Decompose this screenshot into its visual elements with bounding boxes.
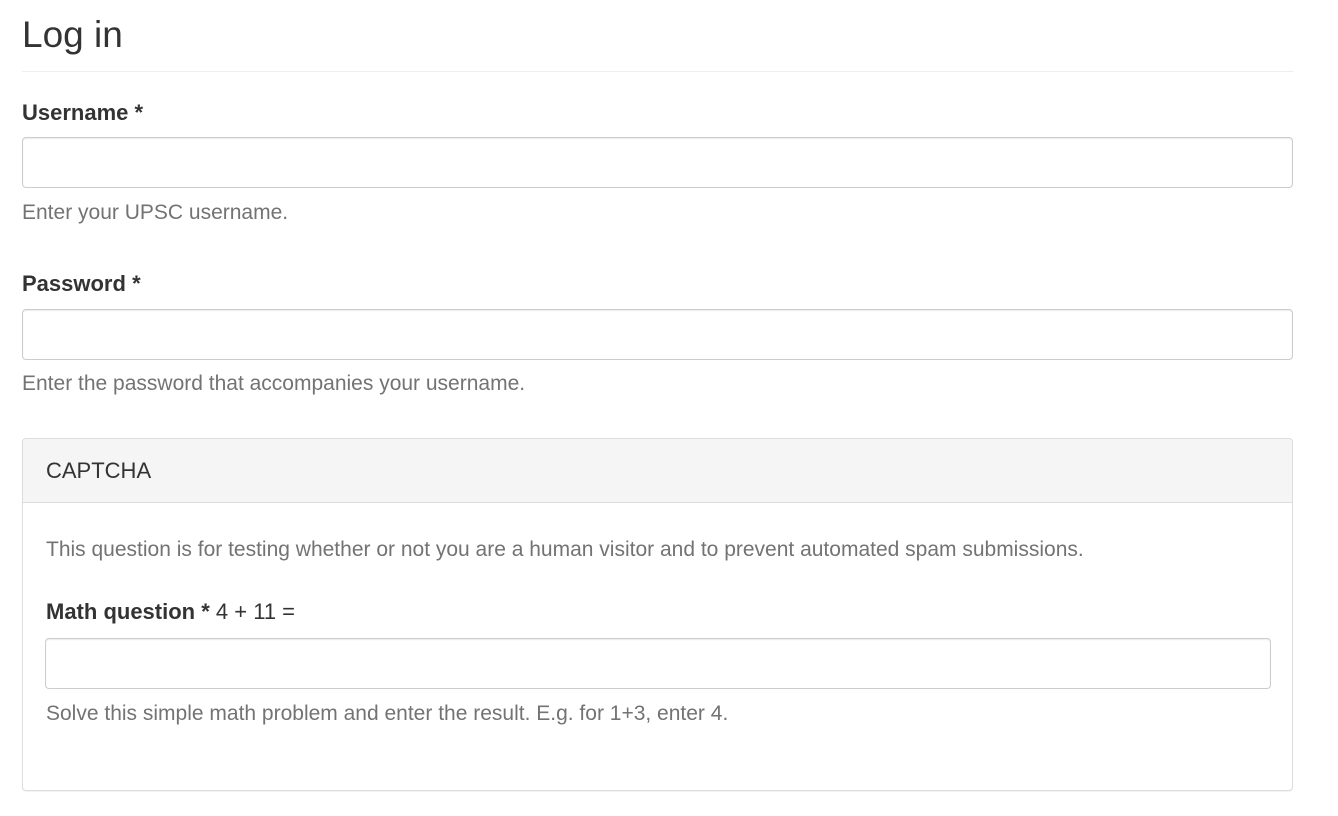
login-page: Log in Username * Enter your UPSC userna… xyxy=(0,0,1338,816)
password-label: Password * xyxy=(22,271,141,297)
captcha-panel: CAPTCHA This question is for testing whe… xyxy=(22,438,1293,791)
captcha-description: This question is for testing whether or … xyxy=(46,538,1084,561)
math-question-text: 4 + 11 = xyxy=(215,599,296,624)
math-answer-input[interactable] xyxy=(45,638,1271,689)
math-help-text: Solve this simple math problem and enter… xyxy=(46,702,729,725)
username-required-marker: * xyxy=(134,100,144,125)
page-title: Log in xyxy=(22,14,123,55)
username-input[interactable] xyxy=(22,137,1293,188)
math-question-label-text: Math question xyxy=(46,599,196,624)
captcha-panel-heading: CAPTCHA xyxy=(23,439,1292,503)
username-label-text: Username xyxy=(22,100,129,125)
password-help-text: Enter the password that accompanies your… xyxy=(22,372,526,395)
page-header: Log in xyxy=(22,0,1293,72)
username-help-text: Enter your UPSC username. xyxy=(22,201,289,224)
password-input[interactable] xyxy=(22,309,1293,360)
username-label: Username * xyxy=(22,100,143,126)
password-label-text: Password xyxy=(22,271,126,296)
math-question-label: Math question * 4 + 11 = xyxy=(46,599,295,625)
captcha-title: CAPTCHA xyxy=(46,458,152,483)
password-required-marker: * xyxy=(132,271,141,296)
math-question-required-marker: * xyxy=(201,599,210,624)
